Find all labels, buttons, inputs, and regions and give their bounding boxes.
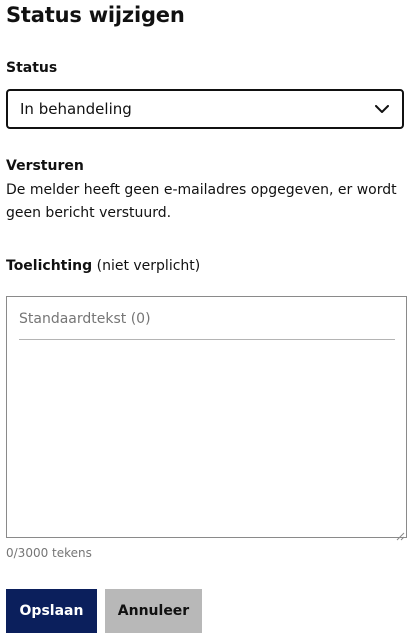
explanation-textarea[interactable]: Standaardtekst (0) xyxy=(6,296,407,541)
status-select[interactable]: In behandeling xyxy=(6,89,404,129)
explanation-optional-hint: (niet verplicht) xyxy=(96,258,201,274)
character-counter: 0/3000 tekens xyxy=(6,546,92,560)
save-button[interactable]: Opslaan xyxy=(6,589,97,633)
send-heading: Versturen xyxy=(6,158,84,174)
status-label: Status xyxy=(6,60,58,76)
status-change-form: Status wijzigen Status In behandeling Ve… xyxy=(0,0,419,638)
explanation-label: Toelichting (niet verplicht) xyxy=(6,258,200,274)
standard-text-selector[interactable]: Standaardtekst (0) xyxy=(19,307,395,340)
send-message: De melder heeft geen e-mailadres opgegev… xyxy=(6,182,397,221)
explanation-label-text: Toelichting xyxy=(6,258,93,274)
resize-handle-icon[interactable] xyxy=(395,526,405,541)
chevron-down-icon xyxy=(374,101,390,117)
status-select-value: In behandeling xyxy=(20,100,132,118)
cancel-button[interactable]: Annuleer xyxy=(105,589,202,633)
page-title: Status wijzigen xyxy=(6,3,185,27)
